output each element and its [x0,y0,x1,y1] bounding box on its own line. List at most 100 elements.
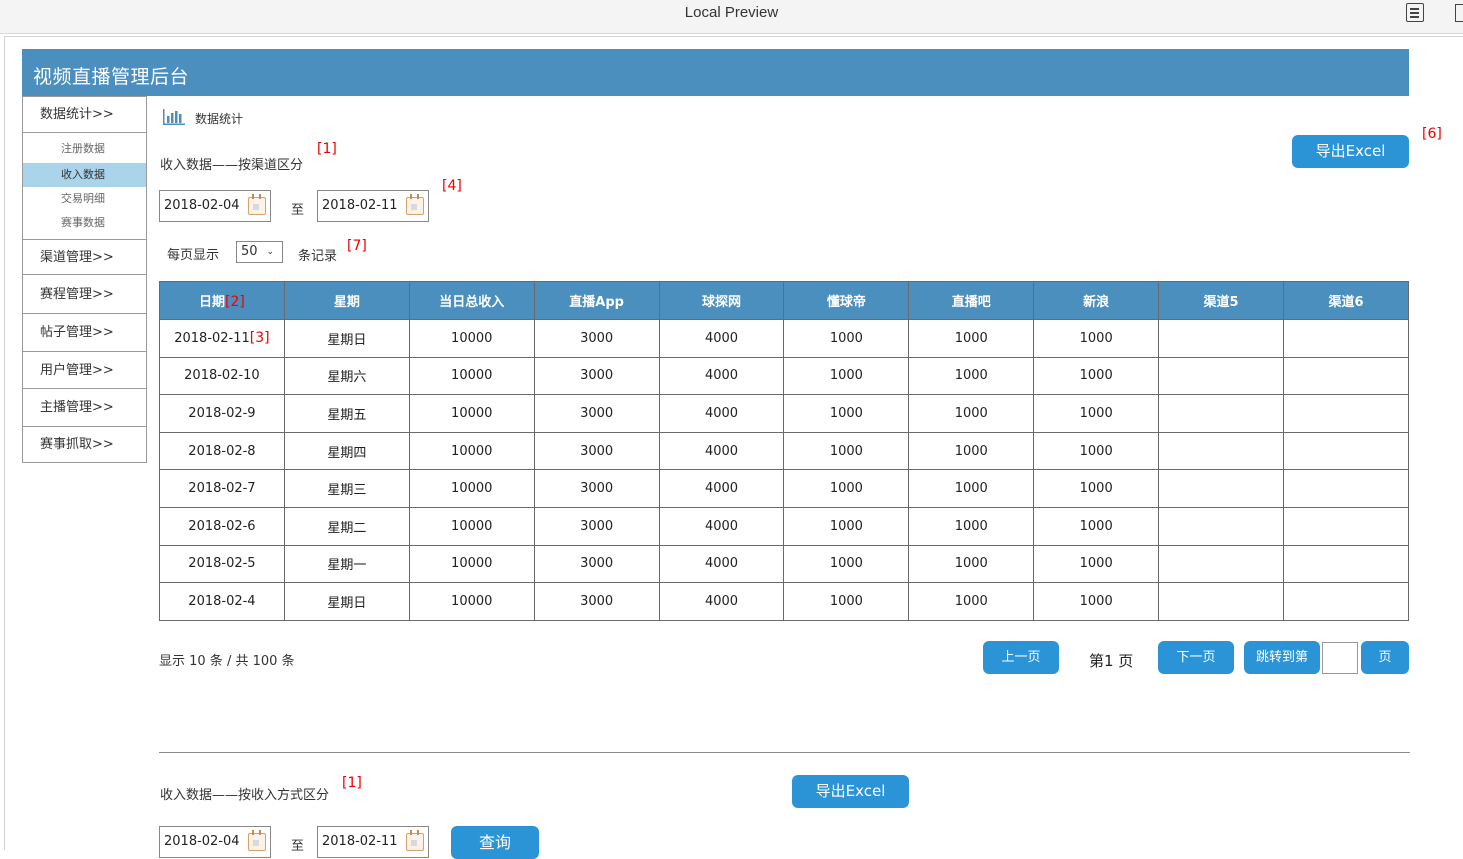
sidebar-item-schedule[interactable]: 赛程管理>> [23,276,146,314]
sidebar-subitem-register[interactable]: 注册数据 [23,137,146,161]
table-cell: 1000 [783,394,910,433]
table-cell [1158,582,1285,621]
jump-page-input[interactable] [1322,642,1358,674]
date-to-value: 2018-02-11 [322,834,398,849]
table-cell: 1000 [783,431,910,471]
table-cell: 1000 [908,506,1035,546]
table-cell: 1000 [908,431,1035,471]
date-to-field[interactable]: 2018-02-11 [317,190,429,222]
table-cell: 10000 [408,469,535,508]
table-cell: 1000 [783,356,910,396]
reader-view-icon[interactable] [1406,3,1424,22]
sidebar-item-scraping[interactable]: 赛事抓取>> [23,427,146,462]
sidebar-item-channels[interactable]: 渠道管理>> [23,239,146,275]
table-row: 2018-02-4 星期日 10000 3000 4000 1000 1000 1000 [159,582,1409,621]
table-cell: 1000 [783,544,910,584]
pager-info: 显示 10 条 / 共 100 条 [159,654,295,669]
sidebar-item-stats[interactable]: 数据统计>> [23,97,146,133]
column-header-channel[interactable]: 新浪 [1033,281,1160,320]
table-cell: 3000 [533,506,660,546]
table-cell: 1000 [783,319,910,358]
column-header-channel[interactable]: 渠道5 [1158,281,1285,320]
per-page-suffix: 条记录 [298,249,338,264]
table-cell: 1000 [1033,469,1160,508]
calendar-icon[interactable] [248,830,266,851]
calendar-icon[interactable] [406,194,424,215]
table-cell: 1000 [1033,544,1160,584]
sidebar-subitem-income[interactable]: 收入数据 [23,163,146,187]
income-table: 日期[2] 星期 当日总收入 直播App 球探网 懂球帝 直播吧 新浪 渠道5 … [159,281,1409,621]
table-cell: 4000 [658,469,785,508]
table-row: 2018-02-8 星期四 10000 3000 4000 1000 1000 1000 [159,431,1409,471]
column-header-channel[interactable]: 球探网 [658,281,785,320]
table-cell: 1000 [1033,431,1160,471]
column-header-channel[interactable]: 直播吧 [908,281,1035,320]
date-from-value: 2018-02-04 [164,834,240,849]
section-title-channel: 收入数据——按渠道区分 [160,158,304,173]
sidebar-item-posts[interactable]: 帖子管理>> [23,314,146,352]
jump-to-page-button[interactable]: 跳转到第 [1244,641,1320,674]
table-cell: 星期一 [283,544,410,584]
table-cell [1158,394,1285,433]
table-cell [1158,506,1285,546]
sidebar-item-users[interactable]: 用户管理>> [23,352,146,389]
per-page-value: 50 [241,244,258,259]
table-cell: 4000 [658,431,785,471]
table-cell: 星期二 [283,506,410,546]
sidebar-subitem-matches[interactable]: 赛事数据 [23,211,146,235]
table-cell: 10000 [408,544,535,584]
table-cell [1283,431,1409,471]
window-title: Local Preview [684,4,779,21]
page-unit-button[interactable]: 页 [1361,641,1409,674]
date-from-field-2[interactable]: 2018-02-04 [159,826,271,858]
column-header-channel[interactable]: 渠道6 [1283,281,1409,320]
calendar-icon[interactable] [406,830,424,851]
table-cell: 10000 [408,394,535,433]
column-header-weekday[interactable]: 星期 [283,281,410,320]
column-header-total[interactable]: 当日总收入 [408,281,535,320]
table-cell [1283,319,1409,358]
table-cell: 2018-02-10 [159,356,285,396]
table-cell [1283,356,1409,396]
table-cell [1158,469,1285,508]
table-cell: 10000 [408,506,535,546]
column-header-channel[interactable]: 直播App [533,281,660,320]
calendar-icon[interactable] [248,194,266,215]
table-cell: 10000 [408,319,535,358]
export-excel-button-2[interactable]: 导出Excel [792,775,909,808]
annotation-tag: [1] [317,141,337,157]
column-header-date[interactable]: 日期[2] [159,281,285,320]
table-cell [1283,394,1409,433]
table-cell [1158,544,1285,584]
table-cell: 3000 [533,319,660,358]
per-page-select[interactable]: 50 ⌄ [236,241,283,263]
date-from-field[interactable]: 2018-02-04 [159,190,271,222]
table-cell: 2018-02-8 [159,431,285,471]
table-cell: 3000 [533,544,660,584]
table-cell: 1000 [1033,506,1160,546]
date-to-field-2[interactable]: 2018-02-11 [317,826,429,858]
date-from-value: 2018-02-04 [164,198,240,213]
table-cell: 1000 [1033,582,1160,621]
query-button[interactable]: 查询 [451,826,539,859]
per-page-label: 每页显示 [167,248,220,263]
date-separator: 至 [291,839,305,854]
table-cell [1283,582,1409,621]
prev-page-button[interactable]: 上一页 [983,641,1059,674]
table-cell: 4000 [658,544,785,584]
table-cell [1283,469,1409,508]
table-cell: 2018-02-9 [159,394,285,433]
export-excel-button[interactable]: 导出Excel [1292,135,1409,168]
sidebar-item-anchors[interactable]: 主播管理>> [23,389,146,427]
table-cell: 1000 [783,582,910,621]
next-page-button[interactable]: 下一页 [1158,641,1234,674]
chevron-down-icon: ⌄ [266,247,274,257]
annotation-tag: [6] [1422,126,1442,142]
table-row: 2018-02-9 星期五 10000 3000 4000 1000 1000 1000 [159,394,1409,433]
sidebar-subitem-transactions[interactable]: 交易明细 [23,187,146,211]
column-header-channel[interactable]: 懂球帝 [783,281,910,320]
table-cell: 星期五 [283,394,410,433]
table-cell: 4000 [658,356,785,396]
table-cell: 3000 [533,469,660,508]
panel-icon[interactable] [1455,4,1463,22]
